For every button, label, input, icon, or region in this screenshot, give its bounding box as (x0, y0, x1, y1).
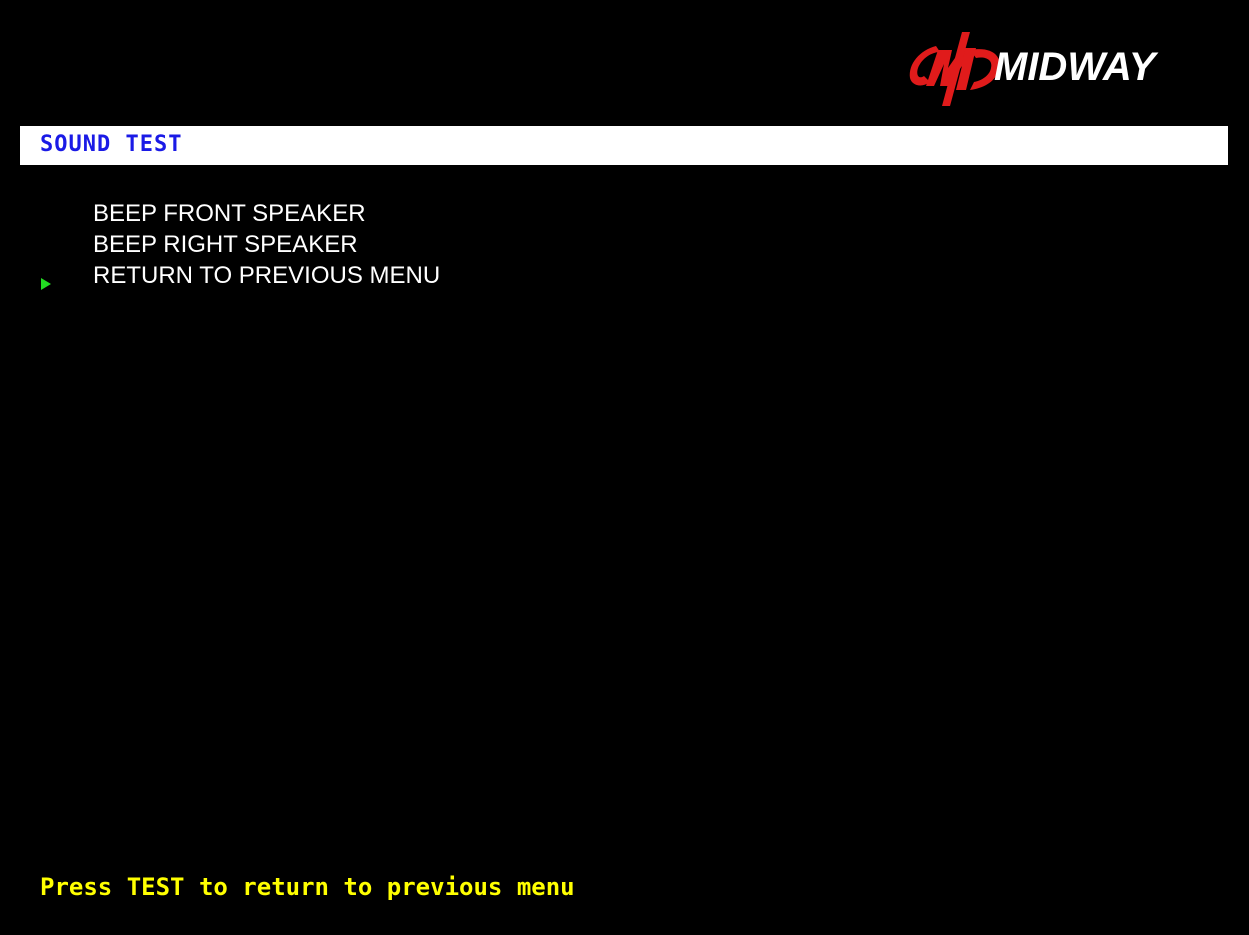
page-title: SOUND TEST (40, 132, 183, 157)
menu-item-beep-front-speaker[interactable]: BEEP FRONT SPEAKER (93, 198, 440, 229)
menu-item-return-to-previous-menu[interactable]: RETURN TO PREVIOUS MENU (93, 260, 440, 291)
midway-logo: MIDWAY (900, 28, 1210, 106)
logo-wordmark: MIDWAY (994, 45, 1159, 89)
title-bar: SOUND TEST (20, 126, 1228, 165)
menu-item-beep-right-speaker[interactable]: BEEP RIGHT SPEAKER (93, 229, 440, 260)
menu-list: BEEP FRONT SPEAKER BEEP RIGHT SPEAKER RE… (93, 198, 440, 291)
footer-hint: Press TEST to return to previous menu (40, 873, 575, 901)
selection-arrow-icon (41, 278, 51, 290)
midway-logo-icon: MIDWAY (909, 32, 1159, 106)
